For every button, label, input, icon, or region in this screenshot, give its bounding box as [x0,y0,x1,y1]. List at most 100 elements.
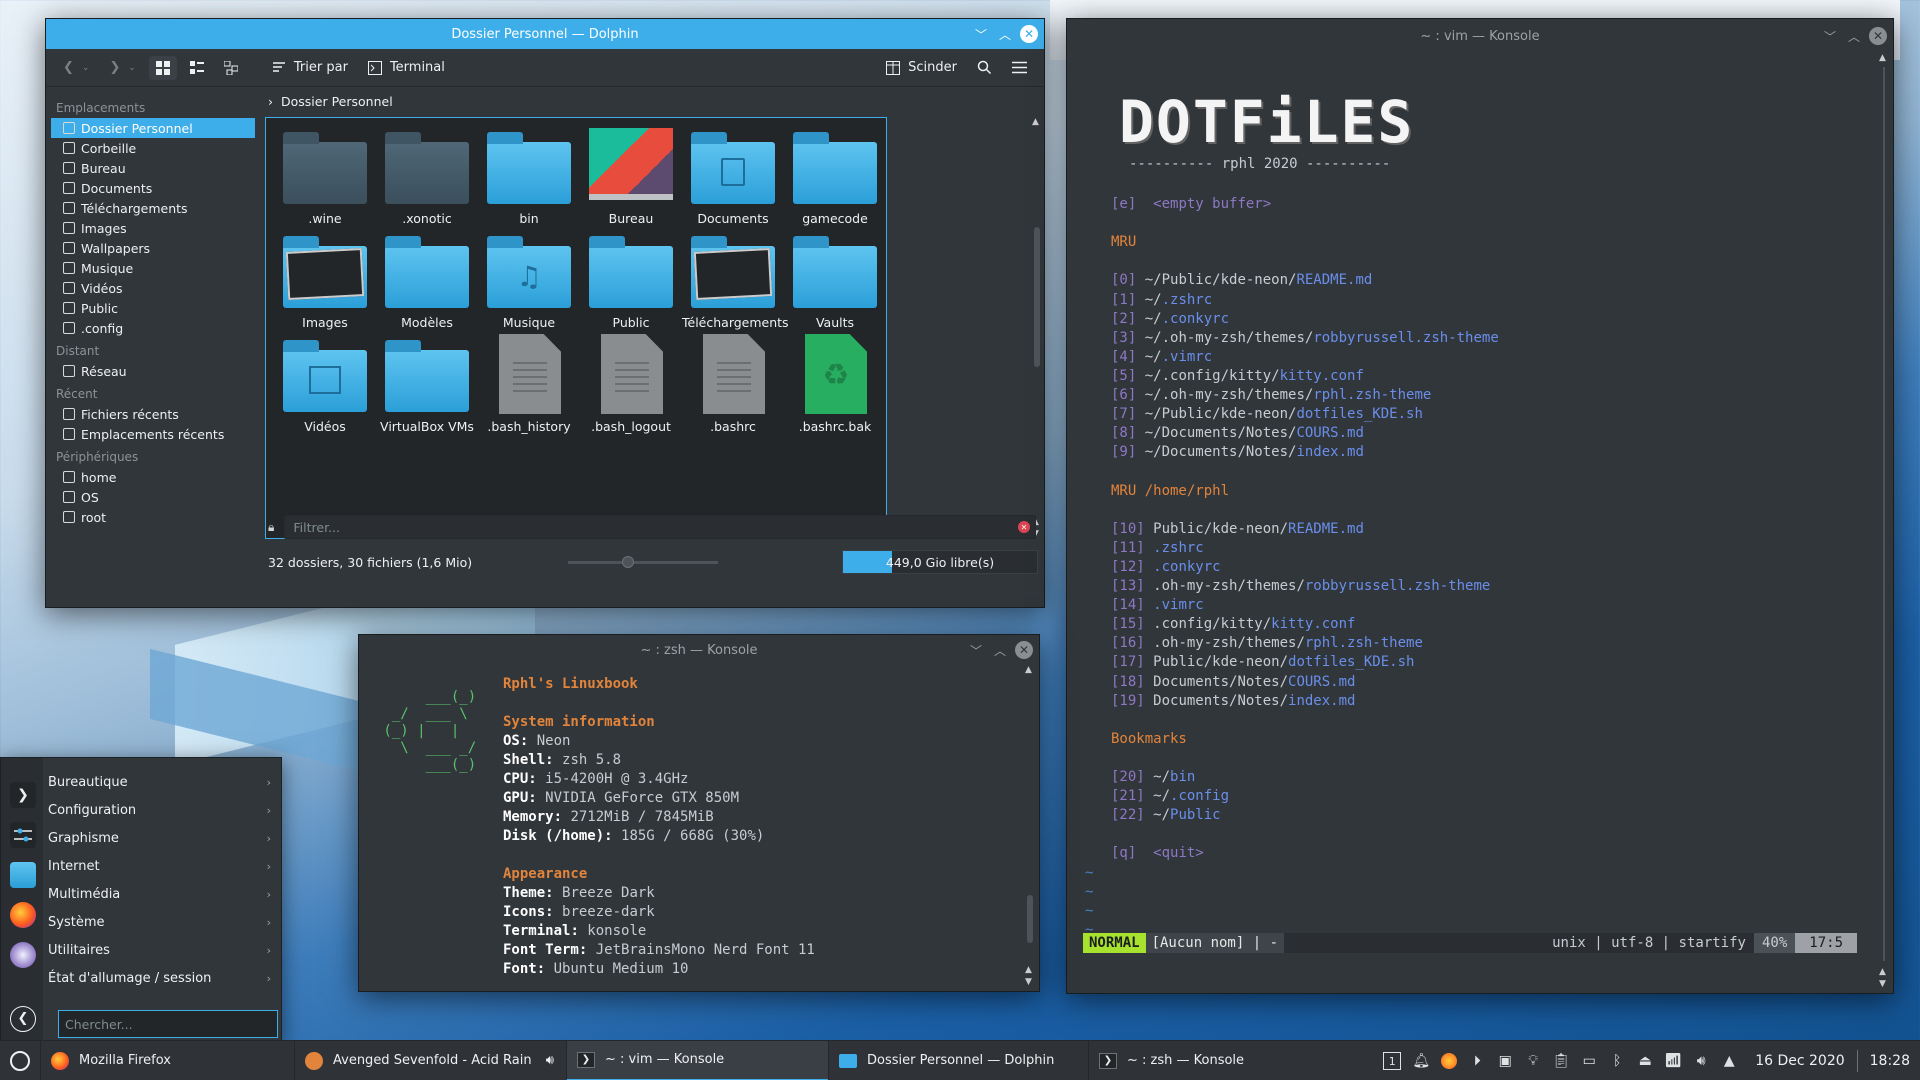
file-item[interactable]: .bashrc [682,334,784,434]
file-item[interactable]: bin [478,128,580,226]
startify-file-entry[interactable]: [15] .config/kitty/kitty.conf [1111,615,1355,634]
terminal-favorite-icon[interactable]: ❯ [10,782,36,808]
date-label[interactable]: 16 Dec 2020 [1755,1053,1844,1069]
file-item[interactable]: .xonotic [376,128,478,226]
application-launcher-button[interactable] [0,1041,40,1080]
clipboard-icon[interactable]: 📋︎ [1552,1053,1570,1069]
menu-category-item[interactable]: Multimédia › [48,880,271,908]
breadcrumb-item[interactable]: Dossier Personnel [281,94,393,109]
places-item[interactable]: Corbeille [51,138,255,158]
startify-file-entry[interactable]: [10] Public/kde-neon/README.md [1111,520,1364,539]
battery-icon[interactable]: ▭ [1581,1053,1597,1069]
firefox-tray-icon[interactable] [1441,1053,1458,1069]
menu-category-item[interactable]: Système › [48,908,271,936]
lock-icon[interactable]: 🔒︎ [268,520,274,535]
places-item[interactable]: root [51,507,255,527]
places-item[interactable]: Dossier Personnel [51,118,255,138]
file-item[interactable]: ♫ Musique [478,232,580,330]
search-button[interactable] [970,55,999,80]
task-button[interactable]: Avenged Sevenfold - Acid Rain 🔊︎ [294,1040,566,1080]
file-item[interactable]: Documents [682,128,784,226]
minimize-button[interactable]: ﹀ [972,25,990,43]
breadcrumb[interactable]: › Dossier Personnel [260,87,1044,115]
places-item[interactable]: Emplacements récents [51,424,255,444]
file-item[interactable]: Bureau [580,128,682,226]
startify-file-entry[interactable]: [13] .oh-my-zsh/themes/robbyrussell.zsh-… [1111,577,1490,596]
startify-file-entry[interactable]: [11] .zshrc [1111,539,1204,558]
time-label[interactable]: 18:28 [1870,1053,1910,1069]
minimize-button[interactable]: ﹀ [1821,27,1839,45]
startify-file-entry[interactable]: [0] ~/Public/kde-neon/README.md [1111,271,1372,290]
startify-file-entry[interactable]: [21] ~/.config [1111,787,1229,806]
startify-file-entry[interactable]: [14] .vimrc [1111,596,1204,615]
file-item[interactable]: Modèles [376,232,478,330]
virtual-desktop-pager[interactable]: 1 [1383,1052,1402,1070]
tray-expand-icon[interactable]: ▲ [1721,1053,1737,1069]
places-item[interactable]: .config [51,318,255,338]
scrollbar[interactable]: ▲ ▲ ▼ [1879,53,1889,989]
startify-file-entry[interactable]: [17] Public/kde-neon/dotfiles_KDE.sh [1111,653,1414,672]
hamburger-menu-button[interactable] [1005,56,1034,79]
maximize-button[interactable]: ︿ [1845,27,1863,45]
startify-file-entry[interactable]: [2] ~/.conkyrc [1111,310,1229,329]
menu-category-item[interactable]: Configuration › [48,796,271,824]
screenshot-icon[interactable]: ▣ [1497,1053,1513,1069]
minimize-button[interactable]: ﹀ [967,641,985,659]
startify-file-entry[interactable]: [9] ~/Documents/Notes/index.md [1111,443,1364,462]
startify-file-entry[interactable]: [5] ~/.config/kitty/kitty.conf [1111,367,1364,386]
places-item[interactable]: Documents [51,178,255,198]
task-button[interactable]: ❯ ~ : zsh — Konsole [1088,1040,1344,1080]
menu-category-item[interactable]: Utilitaires › [48,936,271,964]
media-player-icon[interactable]: ⏵ [1469,1053,1485,1069]
filter-input[interactable]: Filtrer... [284,515,1036,539]
places-item[interactable]: Images [51,218,255,238]
usb-drive-icon[interactable]: ⏏ [1637,1053,1653,1069]
forward-button[interactable]: ❯ ⌄ [102,55,142,80]
files-favorite-icon[interactable] [10,862,36,888]
file-item[interactable]: Vaults [784,232,886,330]
startify-file-entry[interactable]: [7] ~/Public/kde-neon/dotfiles_KDE.sh [1111,405,1423,424]
startify-file-entry[interactable]: [4] ~/.vimrc [1111,348,1212,367]
startify-file-entry[interactable]: [6] ~/.oh-my-zsh/themes/rphl.zsh-theme [1111,386,1431,405]
maximize-button[interactable]: ︿ [991,641,1009,659]
lightbulb-icon[interactable]: 💡︎ [1525,1053,1541,1069]
konsole-titlebar[interactable]: ~ : zsh — Konsole ﹀ ︿ ✕ [359,635,1039,665]
startify-file-entry[interactable]: [19] Documents/Notes/index.md [1111,692,1355,711]
dolphin-titlebar[interactable]: Dossier Personnel — Dolphin ﹀ ︿ ✕ [46,19,1044,49]
menu-category-item[interactable]: Bureautique › [48,768,271,796]
maximize-button[interactable]: ︿ [996,25,1014,43]
notification-bell-icon[interactable]: 🔔︎ [1412,1053,1430,1069]
compact-view-button[interactable] [217,56,245,80]
file-item[interactable]: ♻ .bashrc.bak [784,334,886,434]
places-item[interactable]: Bureau [51,158,255,178]
startify-file-entry[interactable]: [8] ~/Documents/Notes/COURS.md [1111,424,1364,443]
terminal-button[interactable]: Terminal [361,55,452,80]
split-button[interactable]: Scinder [879,55,964,80]
file-item[interactable]: .bash_logout [580,334,682,434]
file-item[interactable]: Images [274,232,376,330]
file-item[interactable]: Vidéos [274,336,376,434]
firefox-favorite-icon[interactable] [10,902,36,928]
task-button[interactable]: ❯ ~ : vim — Konsole [566,1040,828,1080]
zoom-slider[interactable] [568,556,718,568]
scrollbar[interactable]: ▲ ▲ ▼ [1032,117,1042,539]
bluetooth-icon[interactable]: ᛒ [1609,1053,1625,1069]
places-item[interactable]: Public [51,298,255,318]
places-item[interactable]: Wallpapers [51,238,255,258]
back-arrow-icon[interactable]: ❮ [10,1006,36,1032]
file-item[interactable]: gamecode [784,128,886,226]
discover-favorite-icon[interactable] [10,942,36,968]
task-button[interactable]: Dossier Personnel — Dolphin [828,1040,1088,1080]
clear-filter-icon[interactable]: ✕ [1018,521,1030,533]
startify-file-entry[interactable]: [18] Documents/Notes/COURS.md [1111,673,1355,692]
file-item[interactable]: .bash_history [478,334,580,434]
file-item[interactable]: Public [580,232,682,330]
close-button[interactable]: ✕ [1020,25,1038,43]
startify-file-entry[interactable]: [22] ~/Public [1111,806,1221,825]
task-button[interactable]: Mozilla Firefox [40,1040,294,1080]
places-item[interactable]: Vidéos [51,278,255,298]
menu-category-item[interactable]: État d'allumage / session › [48,964,271,992]
close-button[interactable]: ✕ [1869,27,1887,45]
places-item[interactable]: OS [51,487,255,507]
icons-view-button[interactable] [148,55,177,80]
